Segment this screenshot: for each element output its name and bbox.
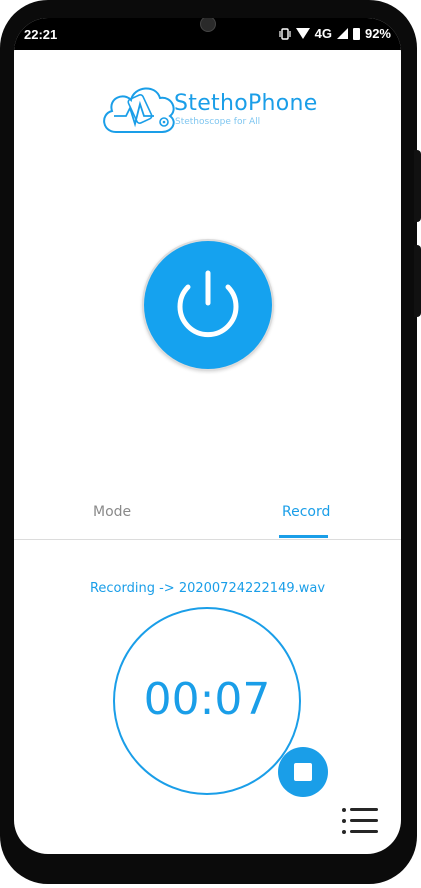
timer-elapsed: 00:07 — [143, 674, 271, 725]
battery-percent: 92% — [364, 26, 391, 41]
network-type: 4G — [314, 26, 332, 41]
list-menu-icon[interactable] — [342, 808, 378, 836]
power-icon — [177, 270, 239, 338]
tab-mode[interactable]: Mode — [93, 504, 131, 520]
mode-record-tabs: Mode Record — [14, 481, 401, 540]
stop-icon — [294, 763, 312, 781]
status-bar: 22:21 4G 92% — [14, 18, 401, 50]
volume-button — [414, 150, 421, 222]
status-time: 22:21 — [24, 27, 58, 42]
tab-record[interactable]: Record — [282, 504, 330, 520]
side-power-button — [414, 245, 421, 317]
status-icons: 4G 92% — [279, 26, 391, 41]
recording-file-label: Recording -> 20200724222149.wav — [89, 581, 326, 596]
logo-title: StethoPhone — [174, 91, 318, 116]
logo-subtitle: Stethoscope for All — [175, 117, 261, 127]
stop-button[interactable] — [278, 747, 328, 797]
wifi-icon — [295, 28, 310, 39]
vibrate-icon — [279, 27, 291, 40]
active-tab-indicator — [279, 535, 328, 538]
signal-icon — [336, 28, 348, 39]
app-screen: 22:21 4G 92% StethoPhone Stethoscope for… — [14, 18, 401, 854]
recording-timer: 00:07 — [113, 607, 301, 795]
battery-icon — [352, 27, 360, 40]
power-button[interactable] — [142, 239, 274, 371]
